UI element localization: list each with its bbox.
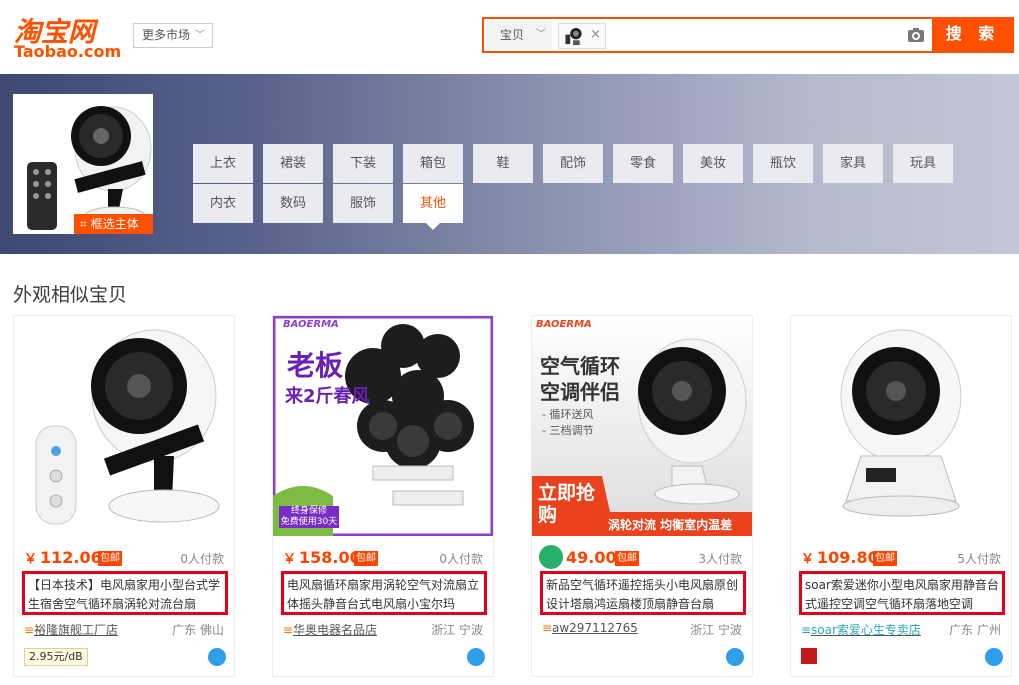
product-title[interactable]: 新品空气循环遥控摇头小电风扇原创设计塔扇鸿运扇楼顶扇静音台扇 (540, 571, 746, 615)
product-title[interactable]: 电风扇循环扇家用涡轮空气对流扇立体摇头静音台式电风扇小宝尔玛 (281, 571, 487, 615)
chat-icon[interactable] (985, 648, 1003, 666)
product-card[interactable]: ￥ 109.80 包邮 5人付款 soar索爱迷你小型电风扇家用静音台式遥控空调空… (790, 315, 1012, 677)
product-title[interactable]: soar索爱迷你小型电风扇家用静音台式遥控空调空气循环扇落地空调 (799, 571, 1005, 615)
product-image[interactable] (791, 316, 1011, 536)
shop-icon: ≡ (801, 623, 812, 637)
more-markets-dropdown[interactable]: 更多市场 ﹀ (133, 23, 213, 48)
free-shipping-badge: 包邮 (873, 551, 897, 566)
product-image[interactable]: BAOERMA 空气循环 空调伴侣 - 循环送风 - 三档调节 立即抢购 涡轮对… (532, 316, 752, 536)
search-button[interactable]: 搜 索 (932, 17, 1014, 53)
refresh-icon[interactable] (537, 543, 565, 571)
header: 淘宝网 Taobao.com 更多市场 ﹀ 宝贝 ﹀ × 搜 索 (0, 0, 1019, 74)
remove-image-icon[interactable]: × (590, 27, 601, 42)
product-location: 广东 佛山 (172, 623, 224, 637)
product-card[interactable]: BAOERMA 空气循环 空调伴侣 - 循环送风 - 三档调节 立即抢购 涡轮对… (531, 315, 753, 677)
fan-thumbnail-icon (565, 27, 582, 46)
search-type-label: 宝贝 (500, 28, 525, 42)
product-location: 浙江 宁波 (431, 623, 483, 637)
product-card[interactable]: BAOERMA 老板 来2斤春风 终身保修 免费使用30天 ￥ 158.00 包邮 … (272, 315, 494, 677)
category-tab[interactable]: 服饰 (333, 184, 393, 223)
free-shipping-badge: 包邮 (98, 551, 122, 566)
logo-english: Taobao.com (14, 42, 122, 61)
free-shipping-badge: 包邮 (354, 551, 378, 566)
category-tab[interactable]: 瓶饮 (753, 144, 813, 183)
category-tab[interactable]: 箱包 (403, 144, 463, 183)
brand-text: BAOERMA (536, 319, 592, 330)
shop-link[interactable]: ≡裕隆旗舰工厂店 (24, 621, 118, 638)
taobao-logo[interactable]: 淘宝网 Taobao.com (14, 10, 122, 64)
product-price: ￥ 158.00 (283, 548, 361, 567)
category-tab[interactable]: 内衣 (193, 184, 253, 223)
brand-badge-icon (801, 648, 817, 664)
product-price: 49.00 (566, 548, 617, 567)
category-tab[interactable]: 玩具 (893, 144, 953, 183)
camera-icon[interactable] (906, 25, 926, 45)
product-price: ￥ 109.80 (801, 548, 879, 567)
category-tab[interactable]: 鞋 (473, 144, 533, 183)
promo-subheadline: 空调伴侣 (540, 380, 620, 404)
search-input[interactable] (610, 21, 900, 49)
fan-product-image (791, 316, 1011, 536)
product-title[interactable]: 【日本技术】电风扇家用小型台式学生宿舍空气循环扇涡轮对流台扇 (22, 571, 228, 615)
promo-headline: 空气循环 (540, 354, 620, 378)
section-title: 外观相似宝贝 (13, 284, 128, 306)
fan-product-image (14, 316, 234, 536)
product-location: 广东 广州 (949, 623, 1001, 637)
category-tab[interactable]: 美妆 (683, 144, 743, 183)
paid-count: 3人付款 (698, 552, 742, 566)
crop-subject-label: 框选主体 (90, 217, 139, 231)
shop-link[interactable]: ≡华奥电器名品店 (283, 621, 377, 638)
category-tab-active[interactable]: 其他 (403, 184, 463, 223)
crop-subject-button[interactable]: ⌗ 框选主体 (74, 214, 153, 234)
chevron-down-icon: ﹀ (195, 30, 205, 41)
chevron-down-icon: ﹀ (536, 29, 546, 40)
search-image-thumbnail: × (558, 23, 606, 49)
category-tab[interactable]: 数码 (263, 184, 323, 223)
product-price: ￥ 112.06 (24, 548, 102, 567)
paid-count: 5人付款 (957, 552, 1001, 566)
source-image: ⌗ 框选主体 (13, 94, 153, 234)
promo-strip: 涡轮对流 均衡室内温差 (608, 518, 733, 532)
category-tab[interactable]: 上衣 (193, 144, 253, 183)
product-image[interactable] (14, 316, 234, 536)
buy-now-promo: 立即抢购 (538, 482, 596, 526)
shop-icon: ≡ (283, 623, 294, 637)
promo-subheadline: 来2斤春风 (285, 386, 370, 407)
product-card[interactable]: ￥ 112.06 包邮 0人付款 【日本技术】电风扇家用小型台式学生宿舍空气循环扇… (13, 315, 235, 677)
noise-level-badge: 2.95元/dB (24, 648, 88, 666)
category-tab[interactable]: 裙装 (263, 144, 323, 183)
category-tab[interactable]: 配饰 (543, 144, 603, 183)
chat-icon[interactable] (467, 648, 485, 666)
shop-icon: ≡ (542, 621, 553, 635)
brand-text: BAOERMA (283, 319, 339, 330)
product-image[interactable]: BAOERMA 老板 来2斤春风 终身保修 免费使用30天 (273, 316, 493, 536)
image-search-banner: ⌗ 框选主体 上衣 裙装 下装 箱包 鞋 配饰 零食 美妆 瓶饮 家具 玩具 内衣… (0, 74, 1019, 254)
active-tab-pointer (426, 223, 440, 230)
search-type-dropdown[interactable]: 宝贝 ﹀ (486, 21, 552, 49)
search-bar: 宝贝 ﹀ × 搜 索 (482, 17, 1014, 53)
feature-bullet: - 三档调节 (542, 424, 594, 437)
free-shipping-badge: 包邮 (615, 551, 639, 566)
more-markets-label: 更多市场 (142, 28, 191, 42)
chat-icon[interactable] (208, 648, 226, 666)
shop-link[interactable]: ≡aw297112765 (542, 621, 638, 635)
promo-headline: 老板 (287, 349, 344, 382)
category-tab[interactable]: 家具 (823, 144, 883, 183)
feature-bullet: - 循环送风 (542, 408, 594, 421)
shop-link[interactable]: ≡soar索爱心生专卖店 (801, 621, 921, 638)
paid-count: 0人付款 (180, 552, 224, 566)
warranty-badge: 终身保修 免费使用30天 (279, 506, 339, 528)
category-tab[interactable]: 零食 (613, 144, 673, 183)
chat-icon[interactable] (726, 648, 744, 666)
product-location: 浙江 宁波 (690, 623, 742, 637)
category-tab[interactable]: 下装 (333, 144, 393, 183)
crop-icon: ⌗ (80, 217, 87, 231)
shop-icon: ≡ (24, 623, 35, 637)
paid-count: 0人付款 (439, 552, 483, 566)
fan-with-remote-image (13, 94, 153, 234)
